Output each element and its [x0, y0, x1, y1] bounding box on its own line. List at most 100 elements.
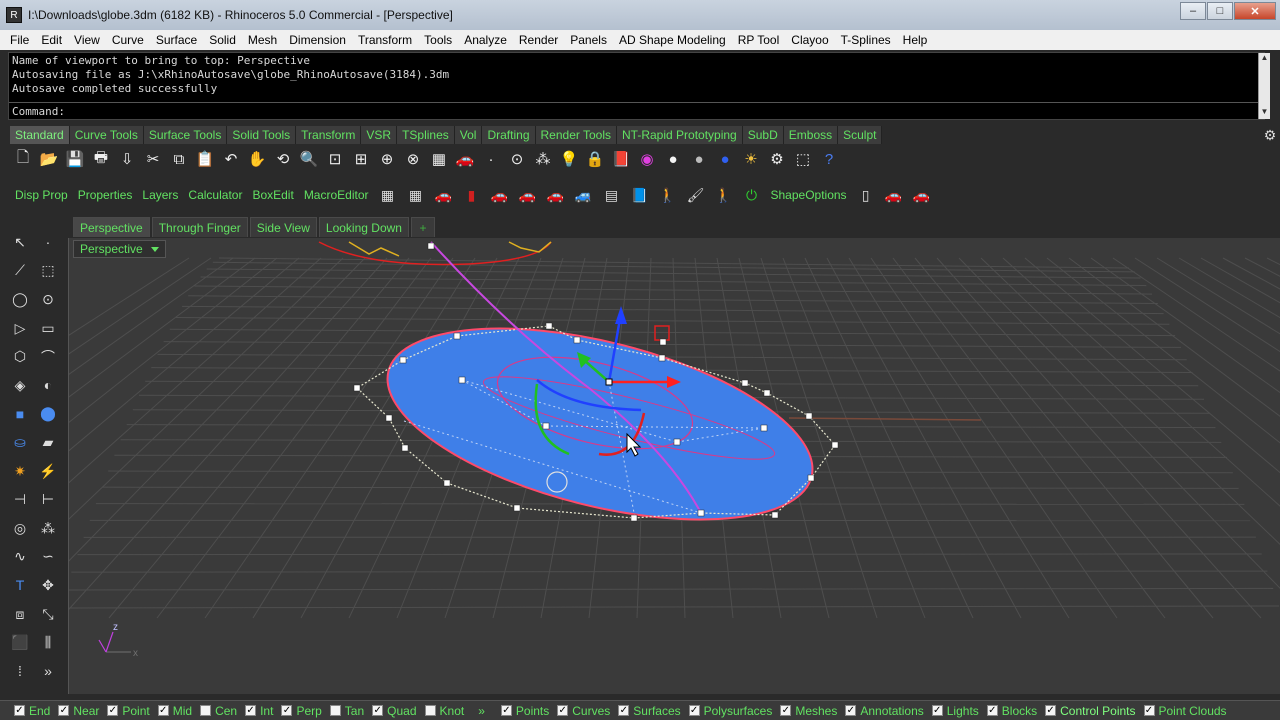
- control-point[interactable]: [545, 322, 553, 330]
- target-icon[interactable]: ⊙: [504, 147, 530, 171]
- control-point[interactable]: [385, 414, 393, 422]
- rectangle-select-icon[interactable]: ⬚: [34, 258, 62, 284]
- help-icon[interactable]: ?: [816, 147, 842, 171]
- checkbox[interactable]: ✓: [780, 705, 792, 716]
- text-icon[interactable]: T: [6, 572, 34, 598]
- menu-t-splines[interactable]: T-Splines: [835, 30, 897, 50]
- menu-edit[interactable]: Edit: [35, 30, 68, 50]
- toolbar-tab-sculpt[interactable]: Sculpt: [838, 126, 883, 144]
- split-icon[interactable]: ⊣: [6, 487, 34, 513]
- color-wheel-icon[interactable]: ◉: [634, 147, 660, 171]
- menu-help[interactable]: Help: [897, 30, 934, 50]
- filter-lights[interactable]: ✓ Lights: [931, 704, 979, 718]
- gumball-origin[interactable]: [605, 378, 613, 386]
- filter-meshes[interactable]: ✓ Meshes: [780, 704, 837, 718]
- control-point[interactable]: [697, 509, 705, 517]
- viewport-title-menu[interactable]: Perspective: [73, 240, 166, 258]
- command-input[interactable]: [71, 105, 972, 118]
- checkbox[interactable]: ✓: [931, 705, 943, 716]
- perspective-viewport[interactable]: z x Perspective: [68, 238, 1280, 694]
- toolbar-button-macroeditor[interactable]: MacroEditor: [299, 188, 374, 202]
- cabinet-alt-icon[interactable]: ▯: [852, 183, 880, 207]
- checkbox[interactable]: ✓: [1143, 705, 1155, 716]
- sphere-gray-icon[interactable]: ●: [686, 147, 712, 171]
- checkbox[interactable]: ✓: [500, 705, 512, 716]
- toolbar-button-disp-prop[interactable]: Disp Prop: [10, 188, 73, 202]
- array-icon[interactable]: ⫼: [34, 630, 62, 656]
- point-icon[interactable]: ·: [478, 147, 504, 171]
- checkbox[interactable]: ✓: [845, 705, 857, 716]
- osnap-tan[interactable]: Tan: [329, 704, 364, 718]
- surface-icon[interactable]: ◈: [6, 372, 34, 398]
- car-icon[interactable]: 🚗: [486, 183, 514, 207]
- osnap-quad[interactable]: ✓ Quad: [372, 704, 417, 718]
- maximize-button[interactable]: □: [1207, 2, 1233, 20]
- menu-mesh[interactable]: Mesh: [242, 30, 283, 50]
- toolbar-tab-transform[interactable]: Transform: [296, 126, 362, 144]
- brush-icon[interactable]: 🖌: [682, 183, 710, 207]
- control-point[interactable]: [659, 338, 667, 346]
- menu-tools[interactable]: Tools: [418, 30, 458, 50]
- gumball-scale-handle[interactable]: [654, 325, 670, 341]
- polyline-icon[interactable]: ⟋: [6, 258, 34, 284]
- toolbar-tab-emboss[interactable]: Emboss: [783, 126, 839, 144]
- book-icon[interactable]: 📘: [626, 183, 654, 207]
- filter-curves[interactable]: ✓ Curves: [557, 704, 610, 718]
- control-point[interactable]: [353, 384, 361, 392]
- control-point[interactable]: [542, 422, 550, 430]
- table-icon[interactable]: ▤: [598, 183, 626, 207]
- layer-point-icon[interactable]: ⁂: [530, 147, 556, 171]
- open-icon[interactable]: 📂: [36, 147, 62, 171]
- scroll-down-icon[interactable]: ▼: [1259, 107, 1270, 119]
- menu-file[interactable]: File: [4, 30, 35, 50]
- checkbox[interactable]: ✓: [14, 705, 25, 716]
- sweep-icon[interactable]: ◐: [34, 372, 62, 398]
- pan-icon[interactable]: ✋: [244, 147, 270, 171]
- checkbox[interactable]: [200, 705, 212, 716]
- arc-icon[interactable]: ⌒: [34, 344, 62, 370]
- control-point[interactable]: [805, 412, 813, 420]
- person-alt-icon[interactable]: 🚶: [710, 183, 738, 207]
- filter-blocks[interactable]: ✓ Blocks: [986, 704, 1037, 718]
- curve-alt-icon[interactable]: ∽: [34, 544, 62, 570]
- control-point[interactable]: [427, 242, 435, 250]
- checkbox[interactable]: ✓: [58, 705, 70, 716]
- menu-solid[interactable]: Solid: [203, 30, 242, 50]
- toolbar-button-shape-options[interactable]: ShapeOptions: [766, 188, 852, 202]
- cluster-icon[interactable]: ⁂: [34, 515, 62, 541]
- hexagon-icon[interactable]: ⬡: [6, 344, 34, 370]
- zoom-window-icon[interactable]: ⊡: [322, 147, 348, 171]
- explode-icon[interactable]: ✷: [6, 458, 34, 484]
- control-point[interactable]: [401, 444, 409, 452]
- toolbar-tab-standard[interactable]: Standard: [10, 126, 70, 144]
- menu-transform[interactable]: Transform: [352, 30, 418, 50]
- car-icon[interactable]: 🚗: [880, 183, 908, 207]
- viewport-canvas[interactable]: z x: [69, 238, 1280, 694]
- osnap-knot[interactable]: Knot: [424, 704, 464, 718]
- grid-alt-icon[interactable]: ▦: [402, 183, 430, 207]
- checkbox[interactable]: ✓: [372, 705, 384, 716]
- control-point[interactable]: [760, 424, 768, 432]
- filter-control-points[interactable]: ✓ Control Points: [1045, 704, 1136, 718]
- select-window-icon[interactable]: ⬚: [790, 147, 816, 171]
- boolean-icon[interactable]: ◎: [6, 515, 34, 541]
- control-point[interactable]: [458, 376, 466, 384]
- control-point[interactable]: [630, 514, 638, 522]
- osnap-perp[interactable]: ✓ Perp: [281, 704, 322, 718]
- curve-icon[interactable]: ∿: [6, 544, 34, 570]
- lock-icon[interactable]: 🔒: [582, 147, 608, 171]
- checkbox[interactable]: ✓: [281, 705, 293, 716]
- menu-panels[interactable]: Panels: [564, 30, 613, 50]
- light-icon[interactable]: 💡: [556, 147, 582, 171]
- rotate-view-icon[interactable]: ⟲: [270, 147, 296, 171]
- toolbar-button-properties[interactable]: Properties: [73, 188, 138, 202]
- car-icon[interactable]: 🚗: [452, 147, 478, 171]
- cylinder-icon[interactable]: ⛀: [6, 429, 34, 455]
- zoom-selected-icon[interactable]: ⊕: [374, 147, 400, 171]
- checkbox[interactable]: ✓: [157, 705, 169, 716]
- control-point[interactable]: [673, 438, 681, 446]
- viewport-tab-looking-down[interactable]: Looking Down: [318, 217, 409, 237]
- car-icon[interactable]: 🚗: [542, 183, 570, 207]
- checkbox[interactable]: ✓: [245, 705, 257, 716]
- toolbar-tab-drafting[interactable]: Drafting: [482, 126, 536, 144]
